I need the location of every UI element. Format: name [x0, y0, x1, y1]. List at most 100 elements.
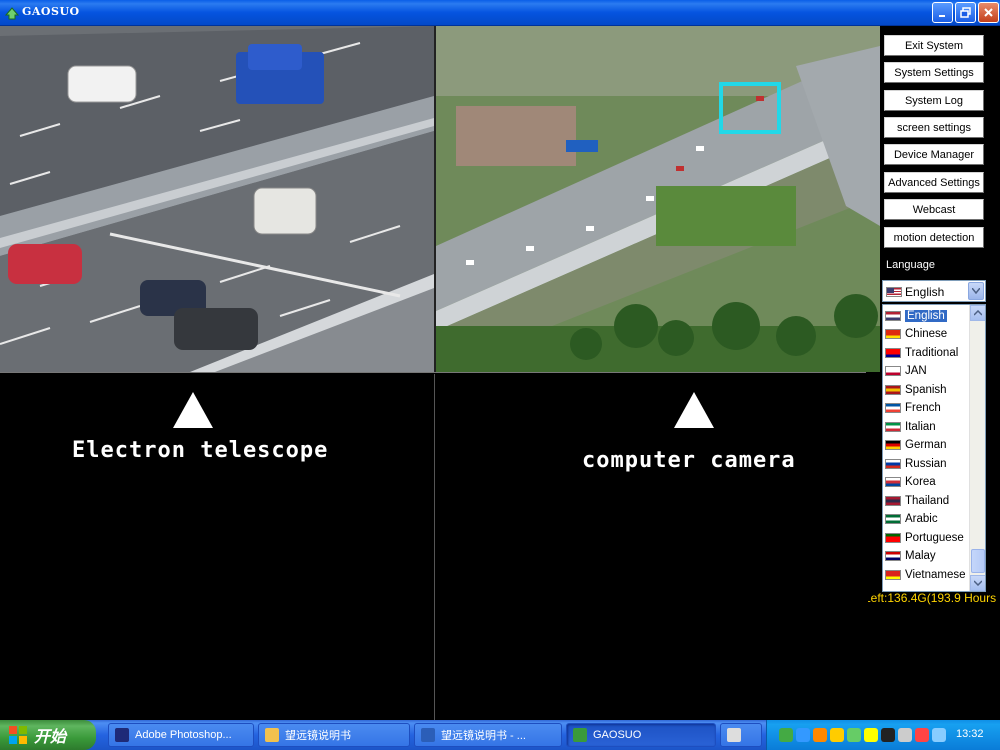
french-flag-icon	[885, 403, 901, 413]
photoshop-icon	[115, 728, 129, 742]
tray-icon[interactable]	[932, 728, 946, 742]
language-option-label: Vietnamese	[905, 568, 966, 581]
exit-system-button[interactable]: Exit System	[884, 35, 984, 56]
tray-icon[interactable]	[881, 728, 895, 742]
language-option-vietnamese[interactable]: Vietnamese	[885, 566, 969, 583]
gaosuo-app-icon	[573, 728, 587, 742]
tray-icon[interactable]	[796, 728, 810, 742]
language-option-french[interactable]: French	[885, 400, 969, 417]
video-pane-4[interactable]	[434, 374, 866, 720]
taskbar-task[interactable]: 望远镜说明书 - ...	[414, 723, 562, 747]
language-option-label: Italian	[905, 420, 936, 433]
pane-divider-horizontal	[0, 372, 866, 373]
language-select[interactable]: English	[882, 280, 986, 302]
tray-icon[interactable]	[915, 728, 929, 742]
tray-icon[interactable]	[779, 728, 793, 742]
disk-space-info: Left:136.4G(193.9 Hours	[868, 591, 997, 605]
language-option-label: Thailand	[905, 494, 950, 507]
tray-icon[interactable]	[864, 728, 878, 742]
minimize-button[interactable]	[932, 2, 953, 23]
taskbar-task[interactable]: Adobe Photoshop...	[108, 723, 254, 747]
taskbar-task-label: Adobe Photoshop...	[135, 729, 232, 741]
language-option-portuguese[interactable]: Portuguese	[885, 529, 969, 546]
language-option-korea[interactable]: Korea	[885, 474, 969, 491]
close-button[interactable]	[978, 2, 999, 23]
webcast-button[interactable]: Webcast	[884, 199, 984, 220]
chinese-flag-icon	[885, 329, 901, 339]
language-option-thailand[interactable]: Thailand	[885, 492, 969, 509]
highway-closeup-video	[0, 26, 434, 372]
screen-settings-button[interactable]: screen settings	[884, 117, 984, 138]
up-arrow-icon	[674, 392, 714, 428]
language-option-label: Malay	[905, 550, 936, 562]
language-option-traditional[interactable]: Traditional	[885, 344, 969, 361]
taskbar-task-label: GAOSUO	[593, 729, 642, 741]
keyboard-icon	[727, 728, 741, 742]
malay-flag-icon	[885, 551, 901, 561]
taskbar-task-label: 望远镜说明书 - ...	[441, 730, 526, 742]
chevron-up-icon	[974, 310, 982, 316]
language-option-malay[interactable]: Malay	[885, 548, 969, 565]
video-pane-1[interactable]	[0, 26, 434, 372]
clock[interactable]: 13:32	[956, 728, 984, 740]
windows-logo-icon	[9, 726, 27, 744]
german-flag-icon	[885, 440, 901, 450]
taskbar-task[interactable]: GAOSUO	[566, 723, 716, 747]
scroll-thumb[interactable]	[971, 549, 985, 573]
language-option-label: Traditional	[905, 346, 959, 359]
language-option-spanish[interactable]: Spanish	[885, 381, 969, 398]
language-list-scrollbar[interactable]	[969, 305, 985, 591]
traditional-flag-icon	[885, 347, 901, 358]
scroll-down-button[interactable]	[970, 575, 985, 591]
tray-icon[interactable]	[830, 728, 844, 742]
us-flag-icon	[886, 287, 902, 297]
motion-detection-button[interactable]: motion detection	[884, 227, 984, 248]
jan-flag-icon	[885, 366, 901, 376]
restore-button[interactable]	[955, 2, 976, 23]
language-option-german[interactable]: German	[885, 437, 969, 454]
vietnamese-flag-icon	[885, 569, 901, 580]
language-option-italian[interactable]: Italian	[885, 418, 969, 435]
taskbar-task[interactable]: 望远镜说明书	[258, 723, 410, 747]
video-pane-3[interactable]	[0, 374, 432, 720]
title-bar[interactable]: GAOSUO	[0, 0, 1000, 26]
advanced-settings-button[interactable]: Advanced Settings	[884, 172, 984, 193]
language-option-arabic[interactable]: Arabic	[885, 511, 969, 528]
system-settings-button[interactable]: System Settings	[884, 62, 984, 83]
device-manager-button[interactable]: Device Manager	[884, 144, 984, 165]
language-selected-value: English	[905, 285, 945, 299]
start-button[interactable]: 开始	[0, 720, 96, 750]
language-option-label: Arabic	[905, 513, 938, 525]
window-title: GAOSUO	[22, 5, 80, 18]
language-option-label: Chinese	[905, 328, 948, 340]
language-label: Language	[886, 259, 935, 271]
close-icon	[984, 8, 993, 17]
taskbar-task-label: 望远镜说明书	[285, 730, 351, 742]
chevron-down-icon	[972, 288, 980, 294]
language-option-jan[interactable]: JAN	[885, 363, 969, 380]
language-option-label: Portuguese	[905, 531, 964, 544]
scroll-up-button[interactable]	[970, 305, 985, 321]
language-option-russian[interactable]: Russian	[885, 455, 969, 472]
portuguese-flag-icon	[885, 532, 901, 543]
video-pane-2[interactable]	[436, 26, 880, 372]
tray-icon[interactable]	[898, 728, 912, 742]
tray-icon[interactable]	[813, 728, 827, 742]
language-option-label: Spanish	[905, 383, 947, 396]
pane2-caption: computer camera	[582, 448, 796, 473]
language-option-label: Russian	[905, 457, 947, 470]
system-log-button[interactable]: System Log	[884, 90, 984, 111]
tray-icon[interactable]	[847, 728, 861, 742]
aerial-highway-video	[436, 26, 880, 372]
dropdown-button[interactable]	[968, 282, 984, 300]
thailand-flag-icon	[885, 495, 901, 506]
korea-flag-icon	[885, 477, 901, 487]
up-arrow-icon	[173, 392, 213, 428]
folder-icon	[265, 728, 279, 742]
taskbar-task[interactable]	[720, 723, 762, 747]
language-option-english[interactable]: English	[885, 307, 969, 324]
spanish-flag-icon	[885, 384, 901, 395]
language-dropdown-list[interactable]: English Chinese Traditional JAN Spanish Frenc…	[882, 304, 986, 592]
language-option-label: Korea	[905, 476, 936, 488]
language-option-chinese[interactable]: Chinese	[885, 326, 969, 343]
